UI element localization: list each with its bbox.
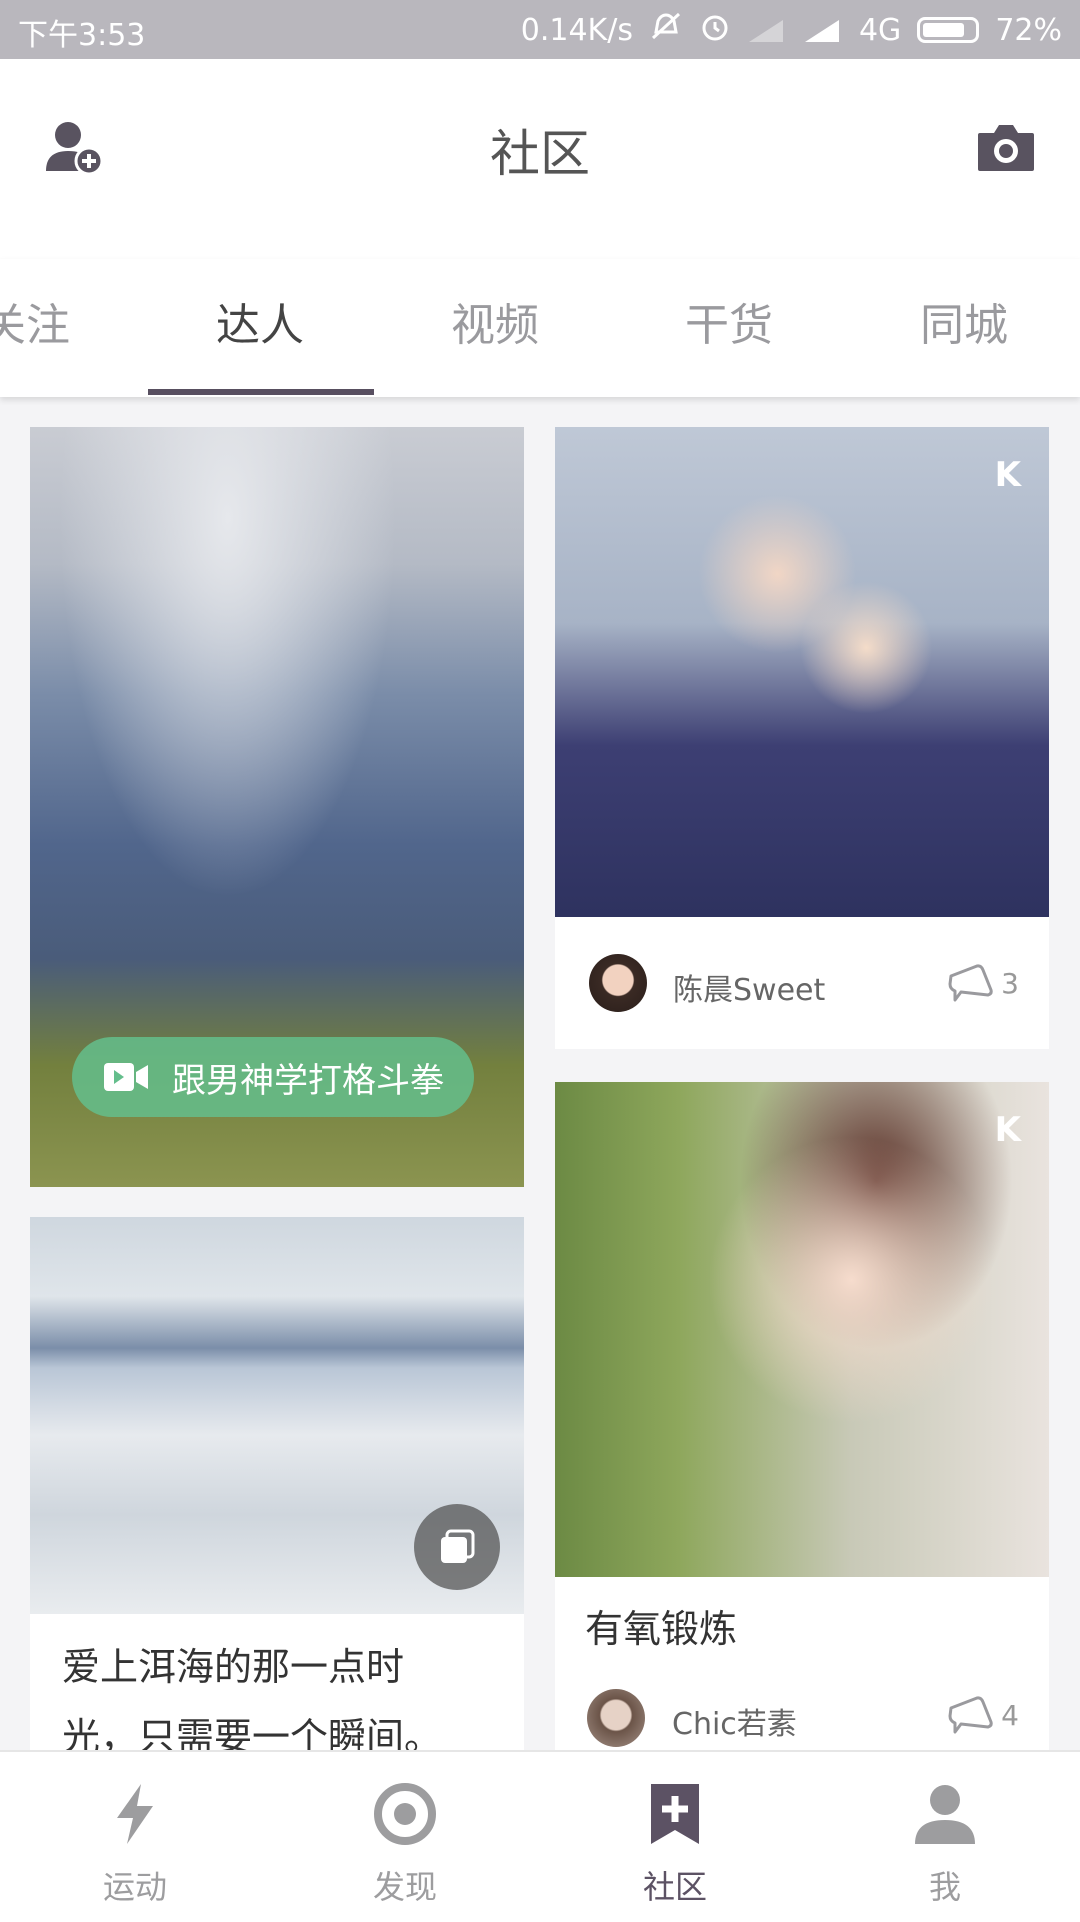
nav-community[interactable]: 社区: [540, 1752, 810, 1922]
tab-bar: 关注 达人 视频 干货 同城: [0, 259, 1080, 397]
k-logo-icon: K: [994, 455, 1021, 495]
tab-videos[interactable]: 视频: [451, 289, 539, 353]
nav-sports-label: 运动: [102, 1868, 167, 1906]
post-card[interactable]: K 陈晨Sweet 3: [555, 427, 1049, 1049]
multi-image-badge: [414, 1504, 500, 1590]
post-image: [555, 1082, 1049, 1577]
tab-following[interactable]: 关注: [0, 289, 70, 353]
alarm-icon: [699, 10, 731, 50]
post-image: [555, 427, 1049, 917]
battery-percent: 72%: [995, 12, 1062, 48]
comment-count: 3: [1001, 967, 1019, 1000]
nav-me-label: 我: [928, 1868, 961, 1906]
video-tag: 跟男神学打格斗拳: [72, 1037, 474, 1117]
k-logo-icon: K: [994, 1110, 1021, 1150]
mute-icon: [649, 11, 683, 49]
post-title: 有氧锻炼: [585, 1607, 738, 1651]
header: 社区: [0, 59, 1080, 259]
video-camera-icon: [104, 1063, 148, 1091]
feed: 跟男神学打格斗拳 K 陈晨Sweet 3 爱上洱海的那一点时 光，只需要一个瞬间…: [0, 397, 1080, 1750]
multi-image-icon: [441, 1529, 475, 1563]
video-tag-label: 跟男神学打格斗拳: [172, 1060, 444, 1101]
tab-indicator: [148, 389, 374, 395]
post-card-video[interactable]: 跟男神学打格斗拳: [30, 427, 524, 1187]
tab-experts[interactable]: 达人: [216, 289, 304, 353]
post-title-line1: 爱上洱海的那一点时: [62, 1645, 405, 1689]
battery-icon: [917, 17, 980, 43]
status-right: 0.14K/s 4G 72%: [521, 10, 1062, 50]
nav-discover[interactable]: 发现: [270, 1752, 540, 1922]
avatar[interactable]: [587, 1689, 645, 1747]
bookmark-plus-icon: [651, 1784, 699, 1844]
page-title: 社区: [490, 125, 590, 183]
post-title-line2: 光，只需要一个瞬间。: [62, 1715, 443, 1750]
avatar[interactable]: [589, 954, 647, 1012]
network-speed: 0.14K/s: [520, 12, 633, 48]
tab-local[interactable]: 同城: [920, 289, 1008, 353]
tab-tips[interactable]: 干货: [685, 289, 773, 353]
username[interactable]: Chic若素: [672, 1699, 797, 1743]
status-time: 下午3:53: [18, 18, 146, 53]
network-type: 4G: [858, 12, 902, 48]
bottom-nav: 运动 发现 社区 我: [0, 1750, 1080, 1922]
username[interactable]: 陈晨Sweet: [673, 965, 825, 1009]
post-card[interactable]: 爱上洱海的那一点时 光，只需要一个瞬间。: [30, 1217, 524, 1750]
post-footer: 陈晨Sweet 3: [555, 917, 1049, 1049]
signal-icon-empty: [747, 17, 787, 43]
target-icon: [374, 1783, 436, 1845]
comment-count: 4: [1001, 1699, 1019, 1732]
lightning-icon: [117, 1784, 153, 1844]
comment-icon[interactable]: [947, 962, 997, 1002]
post-card[interactable]: K 有氧锻炼 Chic若素 4: [555, 1082, 1049, 1750]
person-icon: [915, 1785, 975, 1844]
nav-community-label: 社区: [642, 1868, 707, 1906]
nav-discover-label: 发现: [372, 1868, 437, 1906]
nav-me[interactable]: 我: [810, 1752, 1080, 1922]
camera-icon[interactable]: [976, 121, 1036, 173]
signal-icon: [803, 17, 843, 43]
nav-sports[interactable]: 运动: [0, 1752, 270, 1922]
status-bar: 下午3:53 0.14K/s 4G 72%: [0, 0, 1080, 59]
comment-icon[interactable]: [947, 1694, 997, 1734]
